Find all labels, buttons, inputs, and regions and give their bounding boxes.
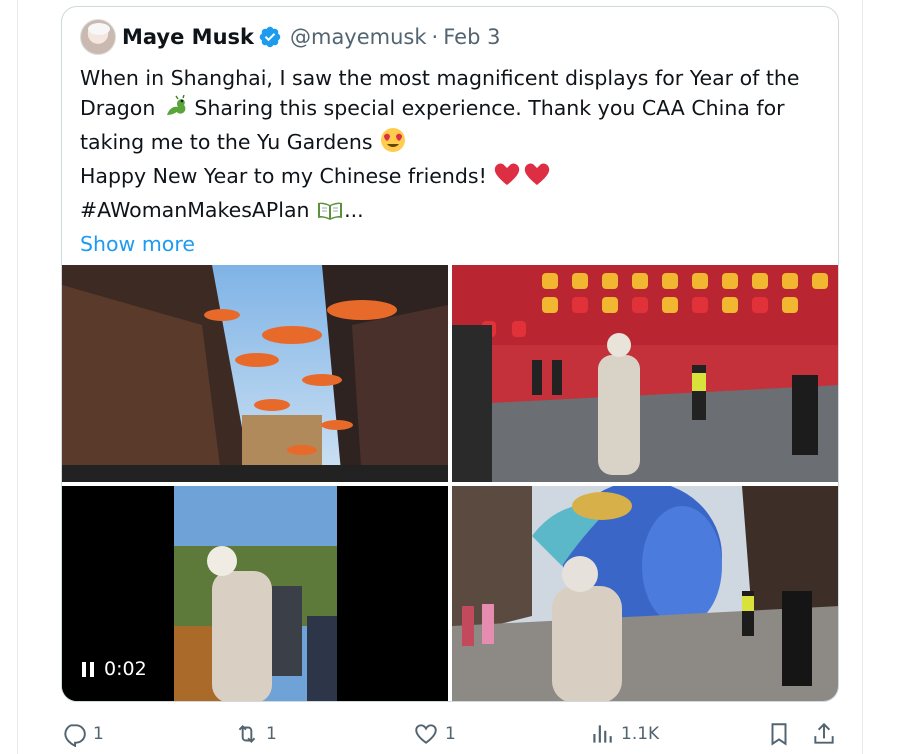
author-handle[interactable]: @mayemusk xyxy=(290,25,427,49)
video-controls: 0:02 xyxy=(82,658,147,680)
text-line: Happy New Year to my Chinese friends! xyxy=(80,161,820,195)
action-bar: 1 1 1 1.1K xyxy=(61,718,841,750)
views-bar-chart-icon xyxy=(593,725,612,743)
tweet-date[interactable]: Feb 3 xyxy=(443,25,500,49)
timeline-border-left xyxy=(17,0,18,754)
pause-icon[interactable] xyxy=(82,661,94,677)
video-timestamp: 0:02 xyxy=(104,658,147,680)
text-line: Dragon Sharing this special experience. … xyxy=(80,93,820,127)
hashtag-link[interactable]: #AWomanMakesAPlan xyxy=(80,198,310,222)
views-count: 1.1K xyxy=(621,724,660,744)
bookmark-button[interactable] xyxy=(766,718,798,750)
photo-lantern-wall[interactable] xyxy=(452,265,838,482)
reply-icon xyxy=(64,724,86,747)
red-hearts-emoji-icon xyxy=(493,161,551,195)
heart-eyes-emoji-icon xyxy=(379,127,407,161)
like-button[interactable]: 1 xyxy=(413,718,456,750)
text-line: taking me to the Yu Gardens xyxy=(80,127,820,161)
repost-icon xyxy=(238,725,256,743)
views-button[interactable]: 1.1K xyxy=(589,718,659,750)
share-upload-icon xyxy=(814,722,834,744)
separator-dot: · xyxy=(431,25,439,49)
repost-count: 1 xyxy=(266,724,277,744)
verified-badge-icon xyxy=(259,26,281,48)
open-book-emoji-icon xyxy=(316,199,344,229)
photo-lantern-street[interactable] xyxy=(62,265,448,482)
dragon-emoji-icon xyxy=(162,94,188,127)
timeline-border-right xyxy=(862,0,863,754)
photo-dragon-display[interactable] xyxy=(452,486,838,701)
heart-icon xyxy=(415,724,437,744)
like-count: 1 xyxy=(445,724,456,744)
quoted-tweet-card[interactable]: Maye Musk @mayemusk · Feb 3 When in Shan… xyxy=(61,6,839,702)
tweet-header: Maye Musk @mayemusk · Feb 3 xyxy=(80,19,500,55)
reply-button[interactable]: 1 xyxy=(61,718,104,750)
author-name[interactable]: Maye Musk xyxy=(122,25,254,49)
tweet-text: When in Shanghai, I saw the most magnifi… xyxy=(80,63,820,259)
show-more-link[interactable]: Show more xyxy=(80,229,820,259)
avatar[interactable] xyxy=(80,19,116,55)
video-player[interactable]: 0:02 xyxy=(62,486,448,701)
media-grid: 0:02 xyxy=(62,265,838,701)
share-button[interactable] xyxy=(811,718,843,750)
reply-count: 1 xyxy=(93,724,104,744)
repost-button[interactable]: 1 xyxy=(234,718,277,750)
text-line: #AWomanMakesAPlan ... xyxy=(80,195,820,229)
text-line: When in Shanghai, I saw the most magnifi… xyxy=(80,66,800,90)
bookmark-icon xyxy=(771,723,787,746)
